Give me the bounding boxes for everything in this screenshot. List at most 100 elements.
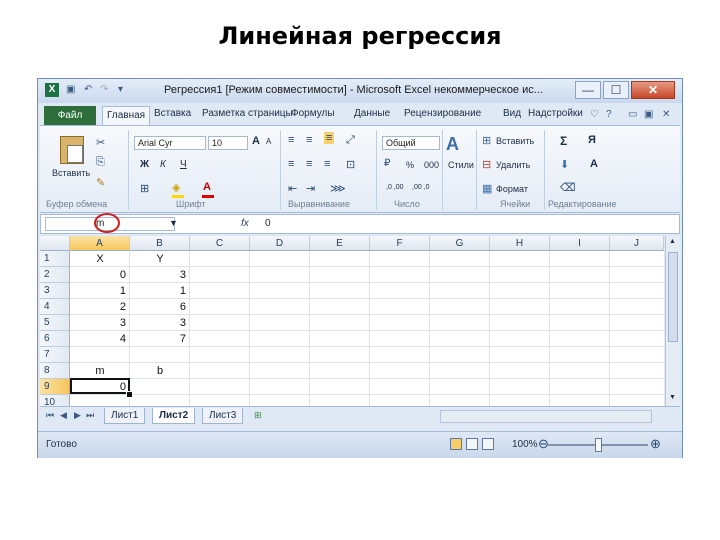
column-header-e[interactable]: E (310, 236, 370, 251)
cell-a8[interactable]: m (70, 363, 130, 379)
cell-a3[interactable]: 1 (70, 283, 126, 299)
window-close-icon[interactable]: ✕ (662, 109, 670, 120)
cell-a2[interactable]: 0 (70, 267, 126, 283)
minimize-ribbon-icon[interactable]: ♡ (590, 109, 599, 120)
delete-cells-button[interactable]: Удалить (496, 160, 530, 170)
styles-button[interactable]: Стили (448, 160, 474, 170)
number-format-select[interactable]: Общий (382, 136, 440, 150)
window-restore-icon[interactable]: ▣ (644, 109, 653, 120)
row-header[interactable]: 6 (40, 331, 70, 347)
sheet-tab-2[interactable]: Лист2 (152, 408, 196, 424)
orientation-icon[interactable]: ⤢ (346, 134, 355, 147)
cell-b3[interactable]: 1 (130, 283, 186, 299)
row-header[interactable]: 8 (40, 363, 70, 379)
page-layout-view-icon[interactable] (466, 438, 478, 450)
tab-addins[interactable]: Надстройки (528, 108, 583, 119)
vertical-scrollbar[interactable]: ▲ ▼ (665, 236, 680, 406)
qat-dropdown-icon[interactable]: ▾ (118, 83, 123, 97)
scroll-thumb[interactable] (668, 252, 678, 342)
maximize-button[interactable]: ☐ (603, 81, 629, 99)
align-bottom-icon[interactable]: ≡ (324, 132, 335, 144)
insert-sheet-icon[interactable]: ⊞ (254, 410, 262, 421)
insert-cells-button[interactable]: Вставить (496, 136, 534, 146)
scroll-up-icon[interactable]: ▲ (669, 238, 676, 245)
cell-a1[interactable]: X (70, 251, 130, 267)
row-header[interactable]: 1 (40, 251, 70, 267)
sheet-tab-1[interactable]: Лист1 (104, 408, 146, 424)
close-button[interactable]: ✕ (631, 81, 675, 99)
delete-cells-icon[interactable]: ⊟ (482, 158, 491, 171)
fill-color-icon[interactable]: ◈ (172, 181, 180, 194)
font-name-select[interactable]: Arial Cyr (134, 136, 206, 150)
align-center-icon[interactable]: ≡ (306, 158, 312, 170)
autosum-button[interactable]: Σ (560, 134, 567, 148)
tab-file[interactable]: Файл (44, 106, 96, 125)
format-cells-icon[interactable]: ▦ (482, 182, 492, 195)
cell-b4[interactable]: 6 (130, 299, 186, 315)
horizontal-scrollbar[interactable] (440, 410, 652, 423)
cell-b8[interactable]: b (130, 363, 190, 379)
sheet-tab-3[interactable]: Лист3 (202, 408, 244, 424)
shrink-font-button[interactable]: A (266, 137, 271, 146)
borders-icon[interactable]: ⊞ (140, 182, 149, 195)
page-break-view-icon[interactable] (482, 438, 494, 450)
row-header-selected[interactable]: 9 (40, 379, 70, 395)
bold-button[interactable]: Ж (140, 159, 149, 170)
cell-b6[interactable]: 7 (130, 331, 186, 347)
next-sheet-icon[interactable]: ▶ (74, 410, 81, 421)
cell-a5[interactable]: 3 (70, 315, 126, 331)
underline-button[interactable]: Ч (180, 159, 187, 170)
clear-icon[interactable]: ⌫ (560, 181, 576, 194)
align-left-icon[interactable]: ≡ (288, 158, 294, 170)
format-painter-icon[interactable]: ✎ (96, 176, 105, 189)
last-sheet-icon[interactable]: ⏭ (86, 410, 94, 421)
wrap-text-icon[interactable]: ⋙ (330, 182, 346, 195)
paste-button[interactable]: Вставить (52, 168, 90, 178)
row-header[interactable]: 2 (40, 267, 70, 283)
cell-a4[interactable]: 2 (70, 299, 126, 315)
increase-indent-icon[interactable]: ⇥ (306, 182, 315, 195)
normal-view-icon[interactable] (450, 438, 462, 450)
row-header[interactable]: 3 (40, 283, 70, 299)
cell-b1[interactable]: Y (130, 251, 190, 267)
grow-font-button[interactable]: A (252, 135, 260, 147)
column-header-b[interactable]: B (130, 236, 190, 251)
row-header[interactable]: 7 (40, 347, 70, 363)
row-header[interactable]: 4 (40, 299, 70, 315)
column-header-c[interactable]: C (190, 236, 250, 251)
undo-icon[interactable]: ↶ (84, 83, 92, 97)
prev-sheet-icon[interactable]: ◀ (60, 410, 67, 421)
fill-icon[interactable]: ⬇ (560, 158, 569, 171)
tab-home[interactable]: Главная (102, 106, 151, 126)
zoom-level[interactable]: 100% (512, 439, 538, 450)
column-header-f[interactable]: F (370, 236, 430, 251)
merge-cells-icon[interactable]: ⊡ (346, 158, 355, 171)
redo-icon[interactable]: ↷ (100, 83, 108, 97)
sort-filter-button[interactable]: Я (588, 134, 596, 146)
currency-icon[interactable]: ₽ (384, 158, 390, 169)
cell-a6[interactable]: 4 (70, 331, 126, 347)
percent-button[interactable]: % (406, 160, 414, 170)
zoom-slider-knob[interactable] (595, 438, 602, 452)
fill-handle[interactable] (126, 391, 133, 398)
window-minimize-icon[interactable]: ▭ (628, 109, 637, 120)
column-header-i[interactable]: I (550, 236, 610, 251)
italic-button[interactable]: К (160, 159, 166, 170)
thousands-button[interactable]: 000 (424, 160, 439, 170)
decrease-decimal-button[interactable]: ,00 ,0 (412, 184, 430, 191)
font-size-select[interactable]: 10 (208, 136, 248, 150)
cell-b5[interactable]: 3 (130, 315, 186, 331)
column-header-j[interactable]: J (610, 236, 664, 251)
align-middle-icon[interactable]: ≡ (306, 134, 312, 146)
find-select-button[interactable]: A (590, 158, 598, 170)
name-box-dropdown-icon[interactable]: ▼ (169, 218, 178, 228)
tab-view[interactable]: Вид (503, 108, 521, 119)
tab-page-layout[interactable]: Разметка страницы (202, 108, 293, 119)
save-icon[interactable]: ▣ (66, 83, 75, 97)
column-header-g[interactable]: G (430, 236, 490, 251)
select-all-corner[interactable] (40, 236, 70, 251)
row-header[interactable]: 10 (40, 395, 70, 406)
column-header-d[interactable]: D (250, 236, 310, 251)
help-icon[interactable]: ? (606, 109, 612, 120)
insert-cells-icon[interactable]: ⊞ (482, 134, 491, 147)
